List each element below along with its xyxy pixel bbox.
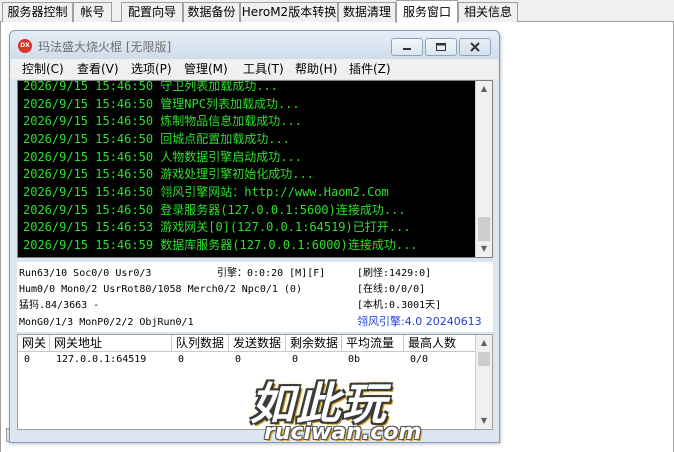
menu-tools[interactable]: 工具(T): [243, 62, 284, 76]
watermark-site-text: ruciwan.com: [264, 420, 422, 445]
cell-avg-traffic: 0b: [348, 354, 361, 365]
status-local: [本机:0.3001天]: [357, 300, 442, 311]
close-button[interactable]: [459, 38, 491, 56]
cell-gateway: 0: [24, 354, 31, 365]
column-header-max-users[interactable]: 最高人数: [404, 335, 476, 352]
scroll-down-icon[interactable]: ▼: [476, 413, 492, 429]
status-panel: Run63/10 Soc0/0 Usr0/3 引擎：0:0:20 [M][F] …: [17, 262, 493, 332]
minimize-button[interactable]: [391, 38, 423, 56]
scroll-thumb[interactable]: [478, 217, 490, 241]
menu-bar: 控制(C) 查看(V) 选项(P) 管理(M) 工具(T) 帮助(H) 插件(Z…: [11, 59, 498, 79]
tab-account[interactable]: 帐号: [73, 2, 112, 22]
tab-config-wizard[interactable]: 配置向导: [121, 2, 183, 22]
menu-control[interactable]: 控制(C): [22, 62, 64, 76]
window-titlebar[interactable]: DX 玛法盛大烧火棍 [无限版]: [10, 31, 499, 59]
cell-max-users: 0/0: [410, 354, 429, 365]
cell-send-data: 0: [235, 354, 242, 365]
tab-server-control[interactable]: 服务器控制: [2, 2, 73, 22]
window-title: 玛法盛大烧火棍 [无限版]: [38, 40, 172, 54]
menu-manage[interactable]: 管理(M): [184, 62, 228, 76]
tab-service-window[interactable]: 服务窗口: [396, 0, 458, 23]
watermark-logo: 如此玩 ruciwan.com: [250, 368, 440, 450]
maximize-icon: [436, 43, 446, 51]
log-line: 2026/9/15 15:46:50 翎风引擎网站：http://www.Hao…: [23, 185, 389, 199]
status-run: Run63/10 Soc0/0 Usr0/3: [19, 268, 152, 279]
log-line: 2026/9/15 15:46:50 人物数据引擎启动成功...: [23, 150, 302, 164]
scroll-up-icon[interactable]: ▲: [476, 335, 492, 351]
menu-view[interactable]: 查看(V): [77, 62, 119, 76]
log-line: 2026/9/15 15:46:50 回城点配置加载成功...: [23, 132, 290, 146]
log-line: 2026/9/15 15:46:50 游戏处理引擎初始化成功...: [23, 167, 314, 181]
tab-strip: 服务器控制 帐号 配置向导 数据备份 HeroM2版本转换 数据清理 服务窗口 …: [0, 0, 674, 23]
cell-queue-data: 0: [178, 354, 185, 365]
column-header-send-data[interactable]: 发送数据: [229, 335, 286, 352]
column-header-remaining-data[interactable]: 剩余数据: [286, 335, 342, 352]
menu-options[interactable]: 选项(P): [131, 62, 172, 76]
app-logo-icon: DX: [18, 39, 32, 53]
cell-gateway-address: 127.0.0.1:64519: [56, 354, 147, 365]
tab-data-backup[interactable]: 数据备份: [183, 2, 240, 22]
tab-data-clean[interactable]: 数据清理: [338, 2, 396, 22]
log-scrollbar[interactable]: ▲ ▼: [475, 81, 492, 257]
engine-version: 翎风引擎:4.0 20240613: [357, 315, 482, 328]
status-mon-grid: MonG0/1/3 MonP0/2/2 ObjRun0/1: [19, 317, 194, 328]
log-line: 2026/9/15 15:46:59 数据库服务器(127.0.0.1:6000…: [23, 238, 418, 252]
minimize-icon: [403, 48, 411, 50]
table-scrollbar[interactable]: ▲ ▼: [475, 335, 492, 429]
menu-plugins[interactable]: 插件(Z): [349, 62, 391, 76]
scroll-thumb[interactable]: [478, 352, 490, 366]
log-line: 2026/9/15 15:46:50 守卫列表加载成功...: [23, 80, 278, 93]
cell-remaining-data: 0: [292, 354, 299, 365]
tab-herom2-convert[interactable]: HeroM2版本转换: [240, 2, 338, 22]
scroll-down-icon[interactable]: ▼: [476, 241, 492, 257]
maximize-button[interactable]: [425, 38, 457, 56]
column-header-avg-traffic[interactable]: 平均流量: [342, 335, 404, 352]
log-console[interactable]: 2026/9/15 15:46:50 守卫列表加载成功... 2026/9/15…: [17, 80, 493, 258]
tab-related-info[interactable]: 相关信息: [458, 2, 518, 22]
column-header-queue-data[interactable]: 队列数据: [172, 335, 229, 352]
status-engine-time: 引擎：0:0:20 [M][F]: [217, 268, 326, 279]
log-line: 2026/9/15 15:46:50 登录服务器(127.0.0.1:5600)…: [23, 203, 406, 217]
status-refresh: [刷怪:1429:0]: [357, 268, 432, 279]
status-monster: 猛犸.84/3663 -: [19, 300, 100, 311]
log-line: 2026/9/15 15:46:53 游戏网关[0](127.0.0.1:645…: [23, 220, 411, 234]
column-header-gateway-address[interactable]: 网关地址: [50, 335, 172, 352]
column-header-gateway[interactable]: 网关: [18, 335, 50, 352]
menu-help[interactable]: 帮助(H): [295, 62, 337, 76]
scroll-up-icon[interactable]: ▲: [476, 81, 492, 97]
log-line: 2026/9/15 15:46:50 炼制物品信息加载成功...: [23, 114, 302, 128]
log-line: 2026/9/15 15:46:50 管理NPC列表加载成功...: [23, 97, 300, 111]
status-hum: Hum0/0 Mon0/2 UsrRot80/1058 Merch0/2 Npc…: [19, 284, 302, 295]
close-icon: [470, 42, 480, 52]
status-online: [在线:0/0/0]: [357, 284, 426, 295]
